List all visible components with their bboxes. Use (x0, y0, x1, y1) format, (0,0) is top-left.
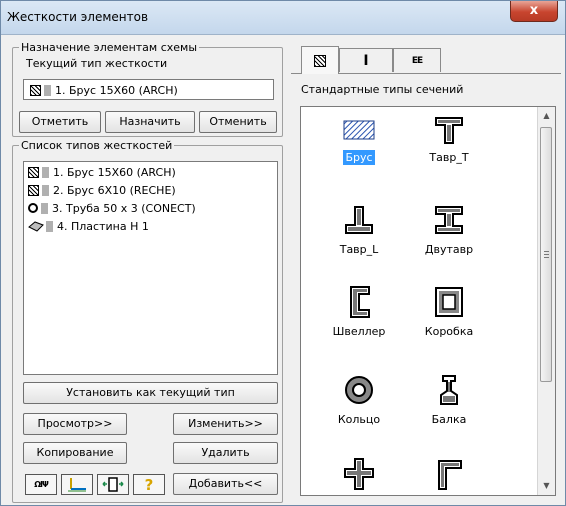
section-gallery[interactable]: Брус Тавр_Т Тавр_L Двутавр Швеллер Короб… (300, 106, 556, 496)
section-item-i-beam[interactable]: Двутавр (399, 205, 499, 257)
section-orient-icon[interactable] (97, 474, 129, 495)
gray-block-icon (42, 184, 49, 196)
edit-button[interactable]: Изменить>> (173, 413, 278, 435)
hatched-square-icon (28, 184, 39, 196)
section-item-tee[interactable]: Тавр_Т (399, 115, 499, 165)
stiffness-dialog: Жесткости элементов x Назначение элемент… (0, 0, 566, 506)
cross-section-icon (344, 458, 374, 490)
delete-button[interactable]: Удалить (173, 442, 278, 464)
angle-section-icon (438, 460, 462, 490)
section-item-bar[interactable]: Брус (309, 115, 409, 165)
section-item-beam[interactable]: Балка (399, 373, 499, 427)
beam-section-icon (440, 375, 458, 405)
copy-button[interactable]: Копирование (23, 442, 127, 464)
scroll-down-icon[interactable]: ▼ (538, 477, 555, 494)
gray-block-icon (46, 220, 53, 232)
title-bar: Жесткости элементов x (1, 1, 565, 35)
close-icon: x (529, 3, 539, 18)
mark-button[interactable]: Отметить (19, 111, 101, 133)
rect-bar-section-icon (343, 120, 375, 140)
window-title: Жесткости элементов (7, 10, 149, 24)
section-item-angle[interactable] (399, 457, 499, 491)
hatched-square-icon (28, 166, 39, 178)
list-item[interactable]: 4. Пластина Н 1 (28, 218, 149, 234)
help-icon[interactable]: ? (133, 474, 165, 495)
scroll-thumb[interactable] (540, 127, 552, 382)
section-item-label: Двутавр (424, 243, 474, 256)
section-item-label: Тавр_L (339, 243, 379, 256)
gallery-scrollbar[interactable]: ▲ ▼ (537, 107, 555, 495)
cancel-assign-button[interactable]: Отменить (199, 111, 277, 133)
section-item-cross[interactable] (309, 457, 409, 491)
section-item-channel[interactable]: Швеллер (309, 285, 409, 339)
tab-bar-section[interactable] (301, 46, 339, 74)
view-button[interactable]: Просмотр>> (23, 413, 127, 435)
current-type-field: 1. Брус 15Х60 (ARCH) (23, 79, 274, 100)
add-button[interactable]: Добавить<< (173, 473, 278, 495)
section-item-label: Балка (431, 413, 467, 426)
tab-i-beam[interactable]: I (339, 48, 393, 72)
channel-section-icon (350, 286, 370, 318)
section-item-label: Коробка (424, 325, 474, 338)
gallery-title: Стандартные типы сечений (301, 83, 464, 96)
list-item[interactable]: 1. Брус 15Х60 (ARCH) (28, 164, 176, 180)
tab-double-section[interactable]: EE (393, 48, 441, 72)
list-item[interactable]: 2. Брус 6Х10 (RECHE) (28, 182, 176, 198)
ring-section-icon (345, 376, 373, 404)
hatched-square-icon (30, 85, 41, 96)
scroll-up-icon[interactable]: ▲ (538, 107, 555, 124)
list-item[interactable]: 3. Труба 50 х 3 (CONECT) (28, 200, 196, 216)
section-item-label: Тавр_Т (429, 151, 469, 164)
db-tools-icon[interactable]: ΩΙΨ (25, 474, 57, 495)
gray-block-icon (44, 85, 51, 96)
section-item-label: Брус (343, 150, 375, 165)
section-item-label: Кольцо (337, 413, 381, 426)
types-listbox[interactable]: 1. Брус 15Х60 (ARCH) 2. Брус 6Х10 (RECHE… (23, 161, 278, 375)
hatched-section-icon (314, 54, 326, 67)
assign-button[interactable]: Назначить (105, 111, 195, 133)
i-beam-section-icon (435, 206, 463, 234)
section-item-box[interactable]: Коробка (399, 285, 499, 339)
list-item-label: 4. Пластина Н 1 (57, 219, 149, 233)
types-list-legend: Список типов жесткостей (21, 139, 173, 152)
section-item-ring[interactable]: Кольцо (309, 373, 409, 427)
section-item-inverted-tee[interactable]: Тавр_L (309, 205, 409, 257)
close-button[interactable]: x (510, 1, 558, 22)
tee-section-icon (435, 117, 463, 144)
list-item-label: 2. Брус 6Х10 (RECHE) (53, 183, 176, 197)
assign-group-legend: Назначение элементам схемы (21, 41, 198, 54)
double-section-icon: EE (411, 55, 423, 66)
i-beam-icon: I (363, 52, 369, 69)
list-item-label: 3. Труба 50 х 3 (CONECT) (52, 201, 196, 215)
section-item-label: Швеллер (332, 325, 386, 338)
box-section-icon (435, 287, 463, 317)
current-type-label: Текущий тип жесткости (26, 57, 168, 70)
set-current-button[interactable]: Установить как текущий тип (23, 382, 278, 404)
axes-icon[interactable] (61, 474, 93, 495)
inverted-tee-section-icon (345, 206, 373, 234)
circle-icon (28, 203, 38, 213)
gray-block-icon (42, 166, 49, 178)
plate-icon (28, 220, 44, 232)
list-item-label: 1. Брус 15Х60 (ARCH) (53, 165, 176, 179)
current-type-value: 1. Брус 15Х60 (ARCH) (55, 84, 178, 97)
gray-block-icon (41, 202, 48, 214)
